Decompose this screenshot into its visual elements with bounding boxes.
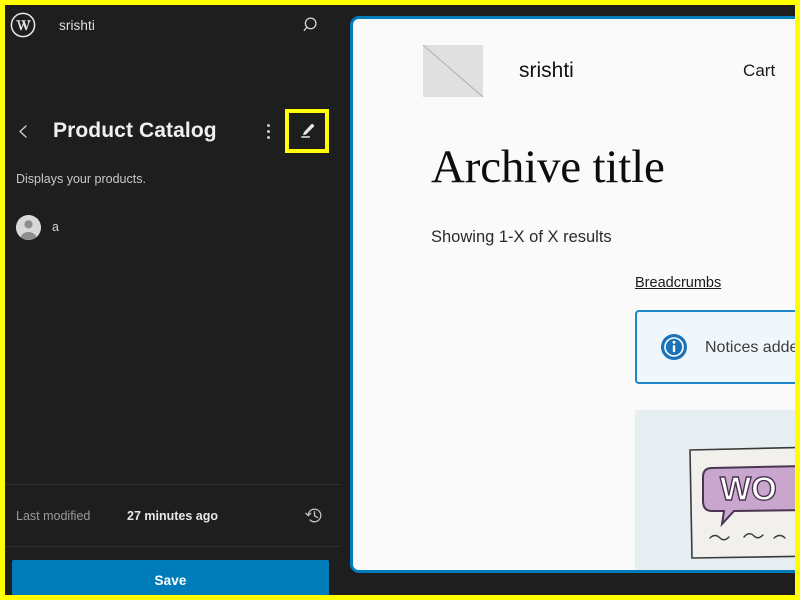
author-name: a <box>52 220 59 234</box>
breadcrumb: Breadcrumbs <box>353 274 800 292</box>
last-modified-value: 27 minutes ago <box>127 508 218 523</box>
product-sketch-image: WO <box>686 444 800 562</box>
search-icon[interactable] <box>297 10 327 40</box>
preview-canvas: srishti Cart Checkout Archive title Show… <box>341 0 800 600</box>
save-button-wrap: Save <box>0 547 341 600</box>
page-title: Product Catalog <box>53 119 217 142</box>
nav-link-cart[interactable]: Cart <box>743 61 775 81</box>
user-avatar-icon <box>16 214 41 240</box>
results-count: Showing 1-X of X results <box>431 228 612 247</box>
info-circle-icon <box>659 332 689 362</box>
breadcrumb-link[interactable]: Breadcrumbs <box>635 275 721 291</box>
archive-body: Archive title Showing 1-X of X results <box>353 141 800 247</box>
pencil-edit-icon[interactable] <box>285 109 329 153</box>
archive-title: Archive title <box>431 141 665 193</box>
panel-description: Displays your products. <box>16 172 146 186</box>
product-card[interactable]: WO Album <box>635 410 800 570</box>
svg-text:WO: WO <box>720 470 777 507</box>
site-editor-app: srishti Product Catalog Displays your pr… <box>0 0 800 600</box>
more-options-vertical-icon[interactable] <box>257 116 279 146</box>
site-preview-frame[interactable]: srishti Cart Checkout Archive title Show… <box>350 16 800 573</box>
notice-banner: Notices added here <box>635 310 800 385</box>
wordpress-logo-icon[interactable] <box>8 10 38 40</box>
preview-site-title: srishti <box>519 59 574 82</box>
revision-history-icon[interactable] <box>299 501 329 531</box>
site-preview-content: srishti Cart Checkout Archive title Show… <box>353 19 800 570</box>
sidebar-title-row: Product Catalog <box>0 103 341 159</box>
last-modified-row: Last modified 27 minutes ago <box>0 484 341 547</box>
preview-site-header: srishti Cart Checkout <box>353 19 800 97</box>
last-modified-label: Last modified <box>16 508 91 523</box>
save-button[interactable]: Save <box>12 560 329 600</box>
author-row: a <box>0 214 341 240</box>
sidebar-site-name: srishti <box>59 17 95 33</box>
image-placeholder-icon <box>423 45 483 97</box>
sidebar-topbar: srishti <box>0 0 341 50</box>
chevron-left-icon[interactable] <box>10 116 36 146</box>
notice-text: Notices added here <box>705 338 800 356</box>
product-thumbnail: WO <box>635 410 800 570</box>
preview-site-nav: Cart Checkout <box>743 61 800 81</box>
sidebar-filler <box>0 240 341 485</box>
editor-sidebar: srishti Product Catalog Displays your pr… <box>0 0 341 600</box>
